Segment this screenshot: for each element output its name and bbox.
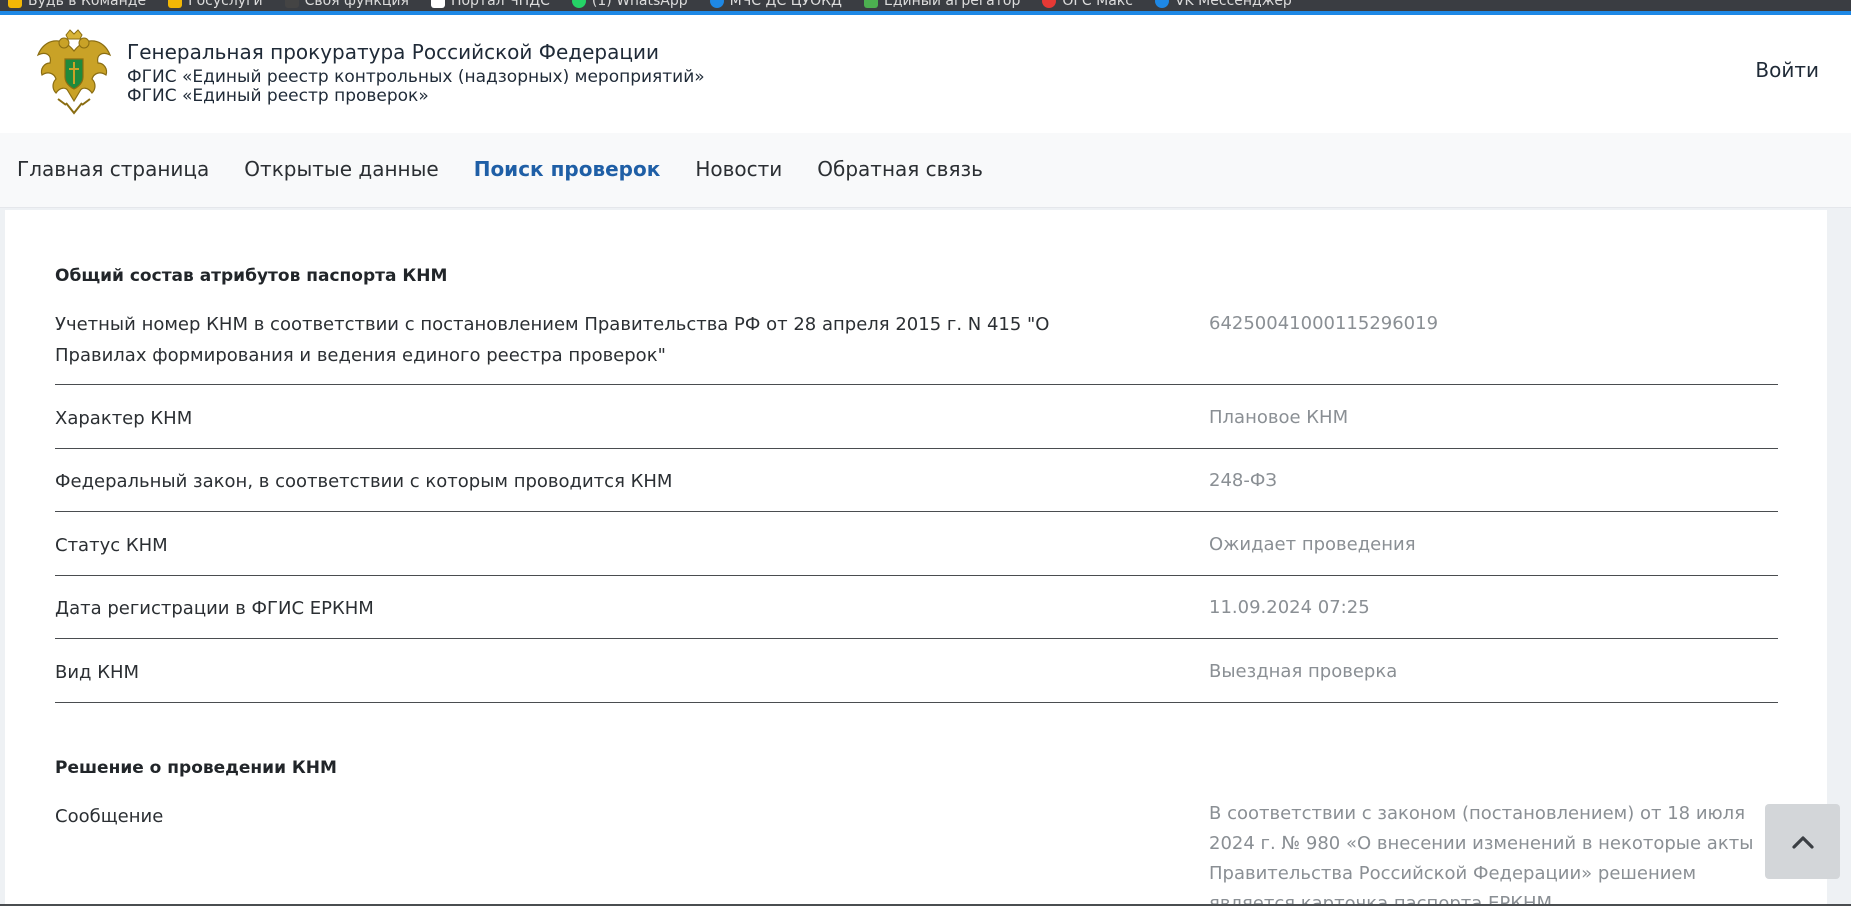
bookmark-label: Госуслуги — [188, 0, 263, 9]
bookmark-item[interactable]: Будь в Команде — [8, 0, 146, 11]
org-name: Генеральная прокуратура Российской Федер… — [127, 40, 659, 64]
bookmark-label: Портал ЧНДС — [450, 0, 550, 9]
row-divider — [55, 638, 1778, 639]
bookmark-item[interactable]: Портал ЧНДС — [430, 0, 550, 11]
message-label: Сообщение — [55, 806, 164, 827]
chevron-up-icon — [1791, 835, 1814, 849]
bookmark-label: Своя функция — [304, 0, 409, 9]
bookmarks-bar: Будь в Команде Госуслуги Своя функция По… — [0, 0, 1851, 15]
site-header: Генеральная прокуратура Российской Федер… — [0, 15, 1851, 133]
nav-item-news[interactable]: Новости — [695, 157, 782, 181]
bookmark-icon — [1042, 0, 1057, 8]
nav-item-search-inspections[interactable]: Поиск проверок — [474, 157, 661, 181]
nav-item-open-data[interactable]: Открытые данные — [244, 157, 438, 181]
attribute-value: Выездная проверка — [1209, 661, 1398, 682]
bookmark-item[interactable]: ОГС Макс — [1042, 0, 1133, 11]
bookmark-label: (1) WhatsApp — [591, 0, 688, 9]
bookmark-label: VK Мессенджер — [1174, 0, 1292, 9]
row-divider — [55, 702, 1778, 703]
registry-subtitle-2: ФГИС «Единый реестр проверок» — [127, 86, 429, 106]
bookmark-icon — [8, 0, 22, 8]
bookmarks-list: Будь в Команде Госуслуги Своя функция По… — [0, 0, 1292, 11]
inspection-passport-panel: Общий состав атрибутов паспорта КНМ Учет… — [5, 210, 1827, 906]
bookmark-icon — [864, 0, 878, 8]
vk-icon — [1154, 0, 1169, 8]
bookmark-icon — [430, 0, 445, 8]
row-divider — [55, 511, 1778, 512]
login-link[interactable]: Войти — [1755, 58, 1819, 82]
attribute-label: Характер КНМ — [55, 408, 193, 429]
bookmark-item[interactable]: Единый агрегатор — [864, 0, 1020, 11]
message-value: В соответствии с законом (постановлением… — [1209, 803, 1754, 906]
attribute-value: 11.09.2024 07:25 — [1209, 597, 1370, 618]
attribute-value: Плановое КНМ — [1209, 407, 1349, 428]
emblem-icon[interactable] — [36, 29, 112, 115]
attribute-label: Учетный номер КНМ в соответствии с поста… — [55, 314, 1050, 366]
bookmark-item[interactable]: (1) WhatsApp — [571, 0, 688, 11]
nav-item-feedback[interactable]: Обратная связь — [817, 157, 983, 181]
attribute-value: 248-ФЗ — [1209, 470, 1277, 491]
registry-subtitle: ФГИС «Единый реестр контрольных (надзорн… — [127, 67, 705, 87]
bookmark-icon — [168, 0, 183, 8]
attribute-label: Дата регистрации в ФГИС ЕРКНМ — [55, 598, 374, 619]
bookmark-label: Единый агрегатор — [884, 0, 1021, 9]
section-title-general: Общий состав атрибутов паспорта КНМ — [55, 266, 448, 286]
bookmark-icon — [284, 0, 299, 8]
bookmark-label: МЧС ДС ЦУОКД — [729, 0, 842, 9]
attribute-label: Вид КНМ — [55, 662, 140, 683]
whatsapp-icon — [571, 0, 586, 8]
section-title-decision: Решение о проведении КНМ — [55, 758, 337, 778]
bookmark-item[interactable]: МЧС ДС ЦУОКД — [709, 0, 842, 11]
attribute-value: 64250041000115296019 — [1209, 313, 1439, 334]
scroll-to-top-button[interactable] — [1765, 804, 1840, 879]
bookmark-item[interactable]: VK Мессенджер — [1154, 0, 1292, 11]
nav-items: Главная страница Открытые данные Поиск п… — [17, 157, 983, 181]
row-divider — [55, 575, 1778, 576]
attribute-value: Ожидает проведения — [1209, 534, 1416, 555]
nav-item-home[interactable]: Главная страница — [17, 157, 209, 181]
bookmark-label: ОГС Макс — [1062, 0, 1133, 9]
bookmark-label: Будь в Команде — [28, 0, 147, 9]
attribute-label: Статус КНМ — [55, 535, 168, 556]
bookmark-item[interactable]: Госуслуги — [168, 0, 263, 11]
attribute-label: Федеральный закон, в соответствии с кото… — [55, 471, 673, 492]
main-nav: Главная страница Открытые данные Поиск п… — [0, 133, 1851, 208]
row-divider — [55, 448, 1778, 449]
row-divider — [55, 384, 1778, 385]
bookmark-item[interactable]: Своя функция — [284, 0, 409, 11]
bookmark-icon — [709, 0, 724, 8]
